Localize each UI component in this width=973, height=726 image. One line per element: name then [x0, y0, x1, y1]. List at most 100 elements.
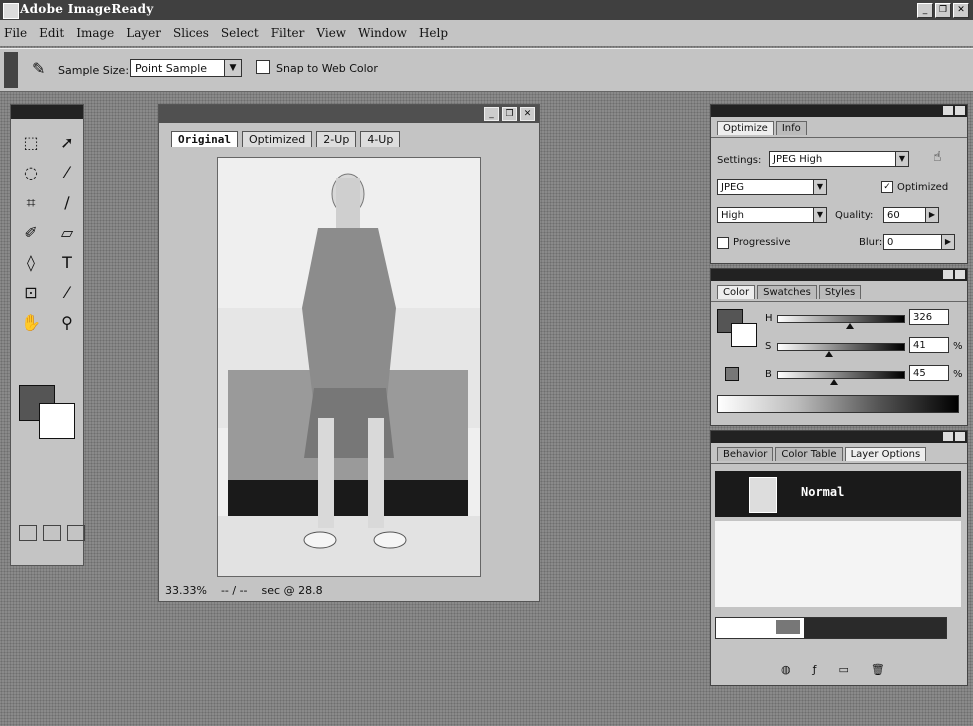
close-button[interactable]: ✕: [953, 3, 969, 18]
tab-4-up[interactable]: 4-Up: [360, 131, 401, 147]
format-select[interactable]: JPEG ▼: [717, 179, 827, 195]
restore-button[interactable]: ❐: [935, 3, 951, 18]
h-input[interactable]: 326: [909, 309, 949, 325]
move-tool-icon[interactable]: ➚: [51, 131, 83, 155]
color-ramp[interactable]: [717, 395, 959, 413]
menu-slices[interactable]: Slices: [173, 26, 209, 40]
menu-select[interactable]: Select: [221, 26, 259, 40]
image-map-tool-icon[interactable]: ⊡: [15, 281, 47, 305]
panel-close-button[interactable]: [955, 106, 965, 115]
panel-minimize-button[interactable]: [943, 106, 953, 115]
eraser-tool-icon[interactable]: ▱: [51, 221, 83, 245]
b-input[interactable]: 45: [909, 365, 949, 381]
type-tool-icon[interactable]: T: [51, 251, 83, 275]
menu-edit[interactable]: Edit: [39, 26, 64, 40]
optimize-panel-title[interactable]: [711, 105, 967, 117]
fullscreen-mode-icon[interactable]: [43, 525, 61, 541]
brush-tool-icon[interactable]: ✐: [15, 221, 47, 245]
settings-select[interactable]: JPEG High ▼: [769, 151, 909, 167]
menu-window[interactable]: Window: [358, 26, 407, 40]
background-color-swatch[interactable]: [39, 403, 75, 439]
status-size: -- / --: [220, 584, 248, 597]
saturation-slider[interactable]: [777, 343, 905, 351]
menu-image[interactable]: Image: [76, 26, 114, 40]
minimize-button[interactable]: _: [917, 3, 933, 18]
hand-tool-icon[interactable]: ✋: [15, 311, 47, 335]
doc-close-button[interactable]: ✕: [520, 107, 535, 121]
color-panel: Color Swatches Styles H 326 S 41 % B 45 …: [710, 268, 968, 426]
snap-to-web-color-checkbox[interactable]: [256, 60, 270, 74]
doc-minimize-button[interactable]: _: [484, 107, 499, 121]
layer-effect-icon[interactable]: ƒ: [813, 663, 817, 676]
web-color-warning-icon[interactable]: [725, 367, 739, 381]
tab-layer-options[interactable]: Layer Options: [844, 447, 927, 461]
optimized-checkbox[interactable]: ✓: [881, 181, 893, 193]
quality-input[interactable]: 60 ▶: [883, 207, 939, 223]
trash-icon[interactable]: 🗑: [871, 663, 885, 676]
blur-input[interactable]: 0 ▶: [883, 234, 955, 250]
hue-slider[interactable]: [777, 315, 905, 323]
panel-close-button[interactable]: [955, 270, 965, 279]
eyedropper-tool-icon[interactable]: ⁄: [51, 281, 83, 305]
tab-optimized[interactable]: Optimized: [241, 131, 313, 147]
quality-label: Quality:: [835, 210, 874, 221]
droplet-icon[interactable]: ☝: [933, 149, 942, 165]
progressive-checkbox[interactable]: [717, 237, 729, 249]
eyedropper-icon[interactable]: ✎: [32, 59, 45, 78]
chevron-right-icon: ▶: [925, 208, 938, 222]
saturation-slider-thumb[interactable]: [824, 351, 833, 357]
tab-info[interactable]: Info: [775, 121, 807, 135]
app-icon: [3, 3, 19, 19]
sample-size-select[interactable]: Point Sample ▼: [130, 59, 242, 77]
preview-mode-icon[interactable]: [67, 525, 85, 541]
layer-row[interactable]: [715, 617, 947, 639]
color-panel-title[interactable]: [711, 269, 967, 281]
blur-value: 0: [887, 237, 894, 248]
zoom-tool-icon[interactable]: ⚲: [51, 311, 83, 335]
quality-preset-select[interactable]: High ▼: [717, 207, 827, 223]
standard-mode-icon[interactable]: [19, 525, 37, 541]
tab-styles[interactable]: Styles: [818, 285, 862, 299]
color-bg-swatch[interactable]: [731, 323, 757, 347]
app-title-bar: Adobe ImageReady _ ❐ ✕: [0, 0, 973, 20]
new-layer-set-icon[interactable]: ◍: [781, 663, 791, 676]
s-input[interactable]: 41: [909, 337, 949, 353]
menu-file[interactable]: File: [4, 26, 27, 40]
sample-size-label: Sample Size:: [58, 64, 130, 77]
lasso-tool-icon[interactable]: ◌: [15, 161, 47, 185]
tab-2-up[interactable]: 2-Up: [316, 131, 357, 147]
quality-preset-value: High: [721, 210, 744, 221]
menu-layer[interactable]: Layer: [126, 26, 161, 40]
tab-color[interactable]: Color: [717, 285, 756, 299]
s-value: 41: [913, 340, 926, 351]
marquee-tool-icon[interactable]: ⬚: [15, 131, 47, 155]
magic-wand-tool-icon[interactable]: ⁄: [51, 161, 83, 185]
layer-options-panel-title[interactable]: [711, 431, 967, 443]
b-percent: %: [953, 369, 963, 380]
crop-tool-icon[interactable]: ⌗: [15, 191, 47, 215]
paint-bucket-tool-icon[interactable]: ◊: [15, 251, 47, 275]
panel-close-button[interactable]: [955, 432, 965, 441]
brightness-slider-thumb[interactable]: [829, 379, 838, 385]
tab-optimize[interactable]: Optimize: [717, 121, 774, 135]
brightness-slider[interactable]: [777, 371, 905, 379]
doc-restore-button[interactable]: ❐: [502, 107, 517, 121]
hue-slider-thumb[interactable]: [846, 323, 855, 329]
menu-view[interactable]: View: [316, 26, 346, 40]
tab-original[interactable]: Original: [171, 131, 238, 147]
panel-minimize-button[interactable]: [943, 432, 953, 441]
options-bar-grip[interactable]: [4, 52, 18, 88]
slice-tool-icon[interactable]: ∕: [51, 191, 83, 215]
document-title-bar[interactable]: _ ❐ ✕: [159, 105, 539, 123]
menu-help[interactable]: Help: [419, 26, 448, 40]
panel-minimize-button[interactable]: [943, 270, 953, 279]
menu-filter[interactable]: Filter: [271, 26, 305, 40]
tools-palette-title[interactable]: [11, 105, 83, 119]
tab-behavior[interactable]: Behavior: [717, 447, 774, 461]
tab-color-table[interactable]: Color Table: [775, 447, 843, 461]
tab-swatches[interactable]: Swatches: [757, 285, 817, 299]
layer-row-selected[interactable]: Normal: [715, 471, 961, 517]
new-layer-icon[interactable]: ▭: [838, 663, 848, 676]
zoom-level[interactable]: 33.33%: [165, 584, 207, 597]
image-canvas[interactable]: [217, 157, 481, 577]
